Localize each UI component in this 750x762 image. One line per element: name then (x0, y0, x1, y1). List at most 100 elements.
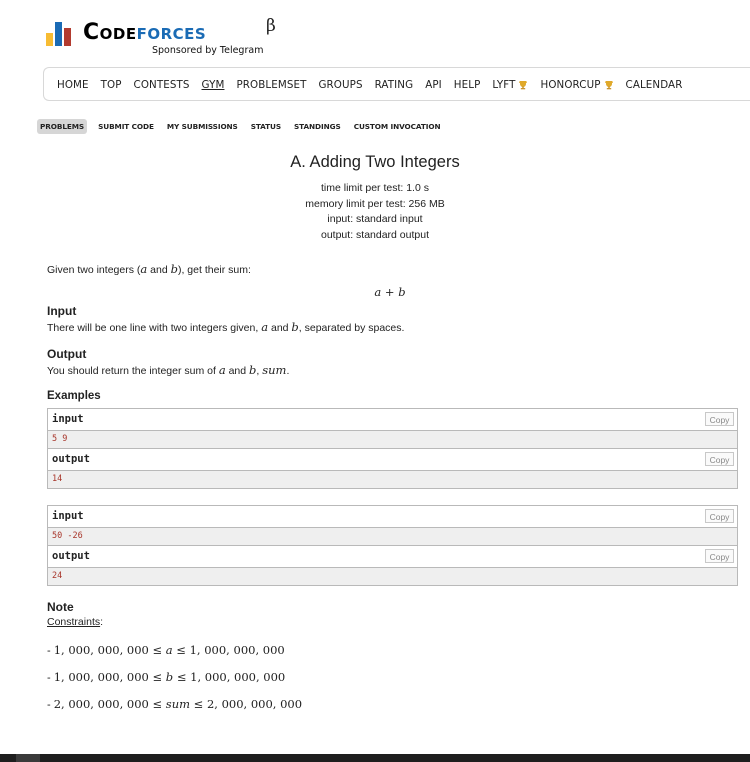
taskbar (0, 754, 750, 762)
menu-item-calendar[interactable]: CALENDAR (626, 79, 683, 91)
logo-word-forces: forces (136, 20, 207, 45)
menu-item-api[interactable]: API (425, 79, 442, 91)
sample-output-body: 14 (48, 471, 737, 488)
constraint-le: ≤ (148, 697, 166, 711)
submenu-standings[interactable]: STANDINGS (292, 119, 343, 134)
menu-item-groups[interactable]: GROUPS (318, 79, 362, 91)
constraint-le: ≤ (148, 670, 166, 684)
menu-item-problemset[interactable]: PROBLEMSET (236, 79, 306, 91)
submenu-custom-invocation[interactable]: CUSTOM INVOCATION (352, 119, 443, 134)
constraint-le: ≤ (173, 670, 191, 684)
menu-item-gym[interactable]: GYM (202, 79, 225, 91)
time-limit: time limit per test: 1.0 s (321, 182, 429, 194)
constraint-le: ≤ (190, 697, 207, 711)
menu-item-honorcup[interactable]: HONORCUP (540, 79, 613, 91)
output-spec-text: You should return the integer sum of (47, 365, 219, 377)
note-title: Note (47, 600, 74, 614)
constraint-line: - 1, 000, 000, 000 ≤ b ≤ 1, 000, 000, 00… (47, 670, 285, 684)
sample-output-label: output (52, 453, 90, 465)
sample-input-header: input Copy (48, 506, 737, 528)
sample-input-value: 50 -26 (52, 531, 83, 541)
constraint-line: - 2, 000, 000, 000 ≤ sum ≤ 2, 000, 000, … (47, 697, 302, 711)
menu-item-label: HOME (57, 79, 89, 91)
output-spec: You should return the integer sum of a a… (47, 363, 289, 377)
menu-item-rating[interactable]: RATING (375, 79, 414, 91)
submenu-problems[interactable]: PROBLEMS (37, 119, 88, 134)
menu-item-label: RATING (374, 79, 414, 91)
output-source: output: standard output (321, 228, 429, 241)
taskbar-item[interactable] (16, 754, 40, 762)
problem-legend: Given two integers (a and b), get their … (47, 262, 251, 276)
trophy-icon (518, 80, 528, 90)
problem-title: A. Adding Two Integers (290, 153, 460, 171)
constraint-dash: - (47, 645, 54, 657)
constraint-upper: 1, 000, 000, 000 (190, 670, 286, 684)
menu-item-label: CALENDAR (625, 79, 683, 91)
output-spec-text: and (225, 365, 250, 377)
sample-input-body: 50 -26 (48, 528, 737, 546)
menu-item-home[interactable]: HOME (57, 79, 89, 91)
input-spec-text: , separated by spaces. (298, 322, 405, 334)
sample-input-value: 5 9 (52, 434, 68, 444)
input-spec-text: and (268, 322, 292, 334)
sample-output-value: 24 (52, 571, 63, 581)
menu-item-contests[interactable]: CONTESTS (134, 79, 190, 91)
constraint-lower: 1, 000, 000, 000 (53, 643, 149, 657)
output-var-a: a (218, 363, 226, 377)
constraint-upper: 2, 000, 000, 000 (206, 697, 303, 711)
sample-input-header: input Copy (48, 409, 737, 431)
menu-item-lyft[interactable]: LYFT (492, 79, 528, 91)
sample-input-body: 5 9 (48, 431, 737, 449)
copy-input-button[interactable]: Copy (705, 412, 734, 426)
constraint-var: sum (165, 697, 191, 711)
sample-output-label: output (52, 550, 90, 562)
output-section-title: Output (47, 347, 87, 361)
logo-word-code: Code (83, 20, 137, 45)
constraint-lower: 2, 000, 000, 000 (53, 697, 149, 711)
beta-mark: β (266, 16, 276, 36)
problem-limits: time limit per test: 1.0 s memory limit … (0, 181, 750, 243)
gym-submenu: PROBLEMS SUBMIT CODE MY SUBMISSIONS STATUS S… (37, 119, 452, 134)
formula-plus: + (381, 285, 399, 299)
legend-var-b: b (170, 262, 178, 276)
menu-item-label: LYFT (492, 79, 516, 91)
copy-output-button[interactable]: Copy (705, 452, 734, 466)
menu-item-label: HELP (453, 79, 481, 91)
copy-input-button[interactable]: Copy (705, 509, 734, 523)
constraint-line: - 1, 000, 000, 000 ≤ a ≤ 1, 000, 000, 00… (47, 643, 285, 657)
output-var-sum: sum (262, 363, 287, 377)
trophy-icon (604, 80, 614, 90)
sample-test: input Copy 50 -26 output Copy 24 (47, 505, 738, 586)
sample-test: input Copy 5 9 output Copy 14 (47, 408, 738, 489)
sample-output-value: 14 (52, 474, 63, 484)
submenu-status[interactable]: STATUS (249, 119, 283, 134)
output-spec-text: . (286, 365, 290, 377)
sum-formula: a + b (0, 285, 750, 299)
logo-wordmark: Codeforces (83, 20, 206, 45)
sample-input-label: input (52, 510, 84, 522)
input-section-title: Input (47, 304, 77, 318)
constraint-var: a (165, 643, 173, 657)
menu-item-top[interactable]: TOP (101, 79, 122, 91)
legend-text: and (147, 264, 171, 276)
sample-output-header: output Copy (48, 546, 737, 568)
sponsor-text: Sponsored by Telegram (152, 45, 264, 56)
constraint-dash: - (47, 699, 54, 711)
input-var-b: b (291, 320, 299, 334)
constraints-colon: : (100, 616, 104, 628)
legend-text: Given two integers ( (47, 264, 141, 276)
input-source: input: standard input (327, 213, 423, 225)
menu-item-help[interactable]: HELP (454, 79, 481, 91)
main-menu: HOME TOP CONTESTS GYM PROBLEMSET GROUPS RATING… (43, 67, 750, 101)
input-spec-text: There will be one line with two integers… (47, 322, 262, 334)
submenu-submit-code[interactable]: SUBMIT CODE (96, 119, 156, 134)
copy-output-button[interactable]: Copy (705, 549, 734, 563)
constraints-text: Constraints (47, 616, 101, 628)
input-spec: There will be one line with two integers… (47, 320, 404, 334)
submenu-my-submissions[interactable]: MY SUBMISSIONS (165, 119, 240, 134)
formula-var-b: b (398, 285, 406, 299)
constraint-dash: - (47, 672, 54, 684)
memory-limit: memory limit per test: 256 MB (305, 197, 445, 210)
constraint-upper: 1, 000, 000, 000 (189, 643, 285, 657)
codeforces-logo[interactable]: Codeforces β Sponsored by Telegram (46, 16, 306, 58)
